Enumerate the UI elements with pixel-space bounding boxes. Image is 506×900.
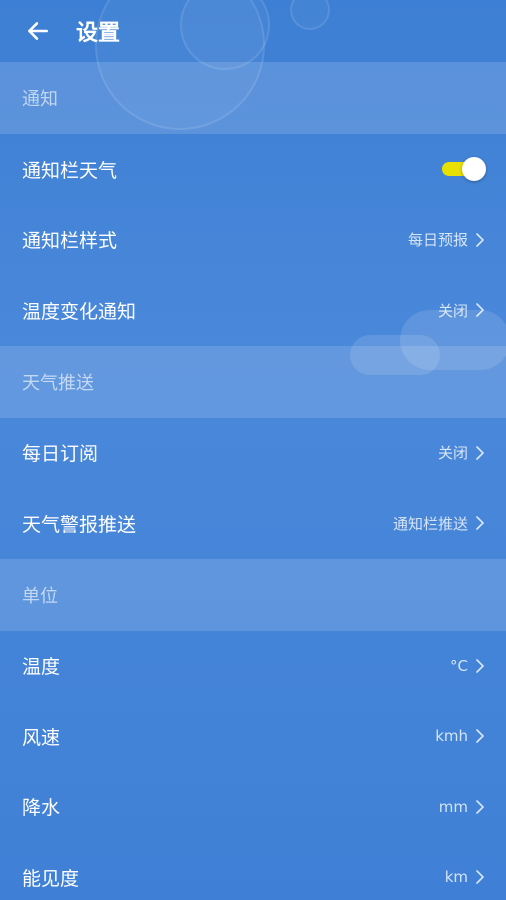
row-label: 天气警报推送 (22, 513, 137, 536)
chevron-right-icon (474, 658, 486, 673)
row-label: 通知栏天气 (22, 159, 118, 182)
notification-weather-toggle[interactable] (442, 157, 486, 182)
section-header-notification: 通知 (0, 62, 506, 134)
row-daily-subscription[interactable]: 每日订阅 关闭 (0, 418, 506, 489)
row-notification-bar-style[interactable]: 通知栏样式 每日预报 (0, 205, 506, 276)
row-value: °C (450, 656, 468, 675)
row-weather-alert-push[interactable]: 天气警报推送 通知栏推送 (0, 488, 506, 559)
row-label: 温度 (22, 656, 61, 679)
row-label: 每日订阅 (22, 443, 99, 466)
row-label: 风速 (22, 726, 61, 749)
row-value: 通知栏推送 (392, 514, 468, 533)
row-label: 能见度 (22, 867, 80, 890)
row-value: 关闭 (437, 301, 468, 320)
row-value: km (444, 868, 468, 887)
chevron-right-icon (474, 445, 486, 460)
row-value: kmh (435, 727, 468, 746)
row-notification-bar-weather[interactable]: 通知栏天气 (0, 134, 506, 205)
back-arrow-icon (28, 22, 48, 40)
row-label: 温度变化通知 (22, 300, 137, 323)
section-header-units: 单位 (0, 558, 506, 631)
chevron-right-icon (474, 799, 486, 814)
row-precipitation-unit[interactable]: 降水 mm (0, 772, 506, 843)
row-temperature-unit[interactable]: 温度 °C (0, 631, 506, 702)
chevron-right-icon (474, 232, 486, 247)
chevron-right-icon (474, 870, 486, 885)
row-value: 每日预报 (407, 231, 468, 250)
row-label: 通知栏样式 (22, 230, 118, 253)
row-visibility-unit[interactable]: 能见度 km (0, 842, 506, 900)
row-value: mm (438, 797, 468, 816)
row-temperature-change-notification[interactable]: 温度变化通知 关闭 (0, 275, 506, 346)
section-header-weather-push: 天气推送 (0, 345, 506, 418)
chevron-right-icon (474, 516, 486, 531)
top-app-bar: 设置 (0, 0, 506, 62)
chevron-right-icon (474, 729, 486, 744)
row-wind-speed-unit[interactable]: 风速 kmh (0, 701, 506, 772)
back-button[interactable] (20, 13, 56, 49)
row-value: 关闭 (437, 444, 468, 463)
chevron-right-icon (474, 303, 486, 318)
row-label: 降水 (22, 797, 61, 820)
page-title: 设置 (76, 21, 121, 46)
